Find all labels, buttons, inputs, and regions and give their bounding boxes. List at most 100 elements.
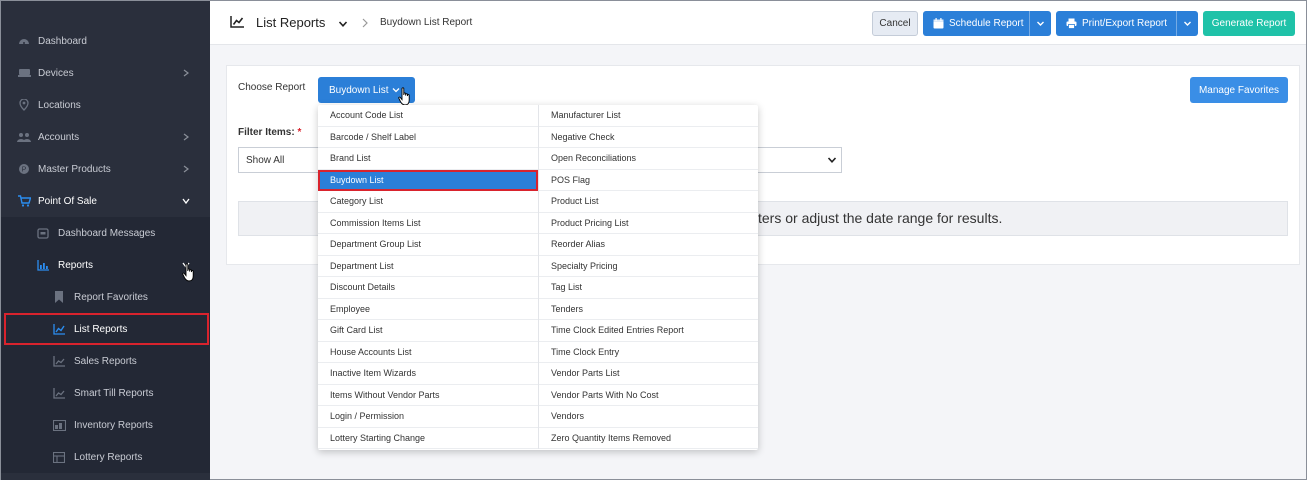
sidebar-item-label: Accounts: [38, 131, 80, 143]
sidebar-item-dashboard-messages[interactable]: Dashboard Messages: [1, 217, 210, 249]
dropdown-option[interactable]: Gift Card List: [318, 320, 538, 342]
chevron-right-icon: [183, 69, 189, 77]
choose-report-label: Choose Report: [238, 82, 306, 93]
generate-report-label: Generate Report: [1211, 18, 1287, 29]
dropdown-option[interactable]: Barcode / Shelf Label: [318, 127, 538, 148]
empty-results-message: ters or adjust the date range for result…: [758, 210, 1003, 226]
chevron-down-icon: [1184, 21, 1191, 26]
dropdown-option[interactable]: Commission Items List: [318, 213, 538, 234]
sidebar-item-label: Devices: [38, 67, 74, 79]
dropdown-option[interactable]: Vendor Parts List: [539, 363, 758, 385]
dropdown-option[interactable]: Product Pricing List: [539, 213, 758, 234]
dropdown-option[interactable]: Department List: [318, 256, 538, 277]
filter-items-select-end[interactable]: [758, 147, 842, 173]
dropdown-option[interactable]: Login / Permission: [318, 406, 538, 428]
dropdown-option[interactable]: Account Code List: [318, 105, 538, 127]
print-export-button[interactable]: Print/Export Report: [1056, 11, 1198, 36]
filter-items-text: Filter Items:: [238, 127, 295, 138]
sidebar-item-devices[interactable]: Devices: [1, 57, 210, 89]
dropdown-option[interactable]: Category List: [318, 191, 538, 213]
chevron-right-icon: [183, 165, 189, 173]
messages-icon: [36, 226, 50, 240]
dropdown-option[interactable]: Items Without Vendor Parts: [318, 385, 538, 406]
sidebar-item-reports[interactable]: Reports: [1, 249, 210, 281]
hand-cursor-icon: [398, 87, 410, 106]
choose-report-value: Buydown List: [329, 84, 389, 96]
sidebar-item-label: Report Favorites: [74, 291, 148, 303]
sidebar-item-label: Sales Reports: [74, 355, 137, 367]
sidebar-item-accounts[interactable]: Accounts: [1, 121, 210, 153]
sidebar-item-smart-till-reports[interactable]: Smart Till Reports: [1, 377, 210, 409]
dropdown-option[interactable]: Zero Quantity Items Removed: [539, 428, 758, 449]
filter-items-select[interactable]: Show All: [238, 147, 320, 173]
products-icon: P: [17, 162, 31, 176]
sidebar-item-report-favorites[interactable]: Report Favorites: [1, 281, 210, 313]
dropdown-option[interactable]: POS Flag: [539, 170, 758, 191]
cancel-button-label: Cancel: [879, 18, 911, 29]
sidebar-item-inventory-reports[interactable]: Inventory Reports: [1, 409, 210, 441]
sidebar-item-label: Master Products: [38, 163, 111, 175]
sidebar-item-lottery-reports[interactable]: Lottery Reports: [1, 441, 210, 473]
dropdown-column-right: Manufacturer List Negative Check Open Reco…: [538, 105, 758, 449]
schedule-report-label: Schedule Report: [949, 18, 1024, 29]
dropdown-option[interactable]: Vendor Parts With No Cost: [539, 385, 758, 406]
filter-items-value: Show All: [246, 155, 285, 166]
dropdown-option[interactable]: Time Clock Edited Entries Report: [539, 320, 758, 342]
sidebar-item-label: Reports: [58, 259, 94, 271]
manage-favorites-button[interactable]: Manage Favorites: [1190, 77, 1288, 103]
bookmark-icon: [52, 290, 66, 304]
dropdown-option[interactable]: Product List: [539, 191, 758, 213]
sidebar-item-locations[interactable]: Locations: [1, 89, 210, 121]
print-export-dropdown-toggle[interactable]: [1176, 11, 1198, 36]
schedule-dropdown-toggle[interactable]: [1029, 11, 1051, 36]
dropdown-option[interactable]: Department Group List: [318, 234, 538, 256]
generate-report-button[interactable]: Generate Report: [1203, 11, 1295, 36]
dropdown-option[interactable]: Open Reconciliations: [539, 148, 758, 170]
dropdown-option[interactable]: Negative Check: [539, 127, 758, 148]
dropdown-option[interactable]: Time Clock Entry: [539, 342, 758, 363]
manage-favorites-label: Manage Favorites: [1198, 84, 1280, 96]
dropdown-option[interactable]: Brand List: [318, 148, 538, 170]
cancel-button[interactable]: Cancel: [872, 11, 918, 36]
line-chart-icon: [230, 16, 244, 28]
dropdown-option[interactable]: Buydown List: [318, 169, 538, 191]
dropdown-option[interactable]: Manufacturer List: [539, 105, 758, 127]
required-marker: *: [297, 127, 302, 138]
accounts-icon: [17, 130, 31, 144]
sidebar-item-point-of-sale[interactable]: Point Of Sale: [1, 185, 210, 217]
chevron-down-icon[interactable]: [338, 19, 348, 29]
hand-cursor-icon: [182, 263, 194, 282]
dropdown-option[interactable]: Employee: [318, 299, 538, 320]
print-export-label: Print/Export Report: [1082, 18, 1168, 29]
cart-icon: [17, 194, 31, 208]
dropdown-option[interactable]: House Accounts List: [318, 342, 538, 363]
sidebar-item-label: Dashboard: [38, 35, 87, 47]
dropdown-option[interactable]: Vendors: [539, 406, 758, 428]
report-dropdown-menu: Account Code List Barcode / Shelf Label Br…: [318, 105, 758, 450]
sidebar-item-sales-reports[interactable]: Sales Reports: [1, 345, 210, 377]
devices-icon: [17, 66, 31, 80]
dropdown-option[interactable]: Discount Details: [318, 277, 538, 299]
chevron-down-icon: [827, 157, 837, 163]
location-icon: [17, 98, 31, 112]
highlight-box: [4, 313, 209, 345]
dropdown-column-left: Account Code List Barcode / Shelf Label Br…: [318, 105, 538, 449]
lottery-icon: [52, 450, 66, 464]
bar-chart-icon: [52, 386, 66, 400]
schedule-report-button[interactable]: Schedule Report: [923, 11, 1051, 36]
dropdown-option[interactable]: Inactive Item Wizards: [318, 363, 538, 385]
sidebar-item-dashboard[interactable]: Dashboard: [1, 25, 210, 57]
sidebar-item-label: Locations: [38, 99, 81, 111]
dropdown-option[interactable]: Tag List: [539, 277, 758, 299]
chevron-down-icon: [182, 198, 190, 205]
dropdown-option[interactable]: Specialty Pricing: [539, 256, 758, 277]
svg-text:P: P: [22, 167, 27, 174]
dropdown-option[interactable]: Reorder Alias: [539, 234, 758, 256]
sidebar: Dashboard Devices Locations Accounts P M…: [1, 1, 210, 480]
page-title: List Reports: [256, 15, 326, 30]
breadcrumb: Buydown List Report: [380, 17, 473, 28]
sidebar-item-master-products[interactable]: P Master Products: [1, 153, 210, 185]
dropdown-option[interactable]: Lottery Starting Change: [318, 428, 538, 449]
bar-chart-icon: [52, 354, 66, 368]
dropdown-option[interactable]: Tenders: [539, 299, 758, 320]
